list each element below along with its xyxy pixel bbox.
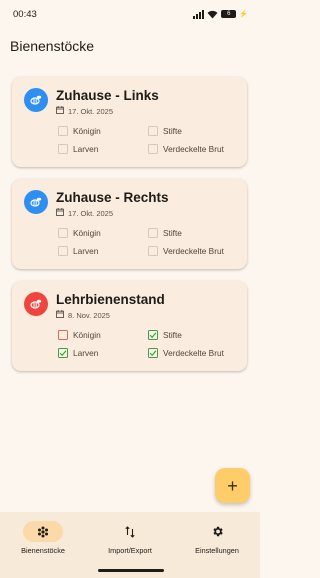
check-item[interactable]: Stifte: [148, 126, 182, 136]
check-icon: [149, 350, 157, 357]
check-item[interactable]: Stifte: [148, 330, 182, 340]
checkbox-unchecked[interactable]: [58, 330, 68, 340]
hive-date-text: 8. Nov. 2025: [68, 310, 110, 320]
check-icon: [59, 350, 67, 357]
swap-vert-icon: [125, 525, 135, 538]
checkbox-unchecked[interactable]: [148, 126, 158, 136]
calendar-icon: [56, 106, 64, 116]
check-item[interactable]: Larven: [58, 144, 98, 154]
nav-item-bienenstoecke[interactable]: Bienenstöcke: [0, 521, 86, 555]
check-label: Königin: [73, 126, 101, 136]
nav-item-import-export[interactable]: Import/Export: [87, 521, 173, 555]
check-item[interactable]: Stifte: [148, 228, 182, 238]
wifi-icon: [207, 10, 218, 19]
hive-name: Zuhause - Links: [56, 88, 159, 103]
checkbox-unchecked[interactable]: [58, 126, 68, 136]
check-item[interactable]: Königin: [58, 330, 101, 340]
check-item[interactable]: Verdeckelte Brut: [148, 246, 224, 256]
checkbox-checked[interactable]: [58, 348, 68, 358]
nav-indicator: [197, 521, 237, 542]
check-item[interactable]: Verdeckelte Brut: [148, 348, 224, 358]
checkbox-checked[interactable]: [148, 348, 158, 358]
calendar-icon: [56, 208, 64, 218]
hive-card[interactable]: Lehrbienenstand 8. Nov. 2025 Königin Stifte…: [12, 281, 247, 371]
status-icons: 6 ⚡: [193, 9, 248, 19]
check-label: Verdeckelte Brut: [163, 246, 224, 256]
check-label: Stifte: [163, 126, 182, 136]
checkbox-checked[interactable]: [148, 330, 158, 340]
add-hive-button[interactable]: +: [215, 468, 250, 503]
signal-icon: [193, 9, 205, 19]
hive-date: 17. Okt. 2025: [56, 208, 113, 218]
check-label: Verdeckelte Brut: [163, 144, 224, 154]
check-icon: [149, 332, 157, 339]
check-label: Stifte: [163, 330, 182, 340]
checkbox-unchecked[interactable]: [58, 144, 68, 154]
hive-date-text: 17. Okt. 2025: [68, 208, 114, 218]
hive-date: 17. Okt. 2025: [56, 106, 113, 116]
checkbox-unchecked[interactable]: [58, 246, 68, 256]
hive-card[interactable]: Zuhause - Links 17. Okt. 2025 Königin Stift…: [12, 77, 247, 167]
bee-icon: [24, 190, 48, 214]
hive-icon: [38, 526, 48, 537]
check-label: Königin: [73, 330, 101, 340]
nav-label: Import/Export: [108, 546, 152, 555]
hive-name: Lehrbienenstand: [56, 292, 165, 307]
check-label: Verdeckelte Brut: [163, 348, 224, 358]
checkbox-unchecked[interactable]: [148, 246, 158, 256]
check-label: Stifte: [163, 228, 182, 238]
hive-date: 8. Nov. 2025: [56, 310, 110, 320]
check-label: Larven: [73, 348, 99, 358]
check-item[interactable]: Königin: [58, 228, 101, 238]
check-label: Larven: [73, 144, 99, 154]
check-item[interactable]: Königin: [58, 126, 101, 136]
home-indicator[interactable]: [98, 569, 164, 572]
bee-icon: [24, 292, 48, 316]
plus-icon: +: [227, 475, 238, 496]
hive-date-text: 17. Okt. 2025: [68, 106, 114, 116]
checkbox-unchecked[interactable]: [148, 144, 158, 154]
check-item[interactable]: Verdeckelte Brut: [148, 144, 224, 154]
battery-icon: 6: [221, 10, 237, 18]
nav-label: Bienenstöcke: [21, 546, 65, 555]
bee-icon: [24, 88, 48, 112]
hive-card[interactable]: Zuhause - Rechts 17. Okt. 2025 Königin Stif…: [12, 179, 247, 269]
check-item[interactable]: Larven: [58, 246, 98, 256]
nav-label: Einstellungen: [195, 546, 239, 555]
nav-indicator: [110, 521, 150, 542]
nav-indicator: [23, 521, 63, 542]
page-title: Bienenstöcke: [10, 38, 95, 54]
charging-icon: ⚡: [239, 11, 248, 18]
status-time: 00:43: [13, 8, 37, 20]
check-label: Königin: [73, 228, 101, 238]
gear-icon: [212, 526, 223, 537]
status-bar: 00:43 6 ⚡: [0, 0, 260, 28]
battery-level: 6: [227, 11, 231, 17]
nav-item-einstellungen[interactable]: Einstellungen: [174, 521, 260, 555]
checkbox-unchecked[interactable]: [148, 228, 158, 238]
calendar-icon: [56, 310, 64, 320]
checkbox-unchecked[interactable]: [58, 228, 68, 238]
check-label: Larven: [73, 246, 99, 256]
hive-name: Zuhause - Rechts: [56, 190, 169, 205]
check-item[interactable]: Larven: [58, 348, 98, 358]
